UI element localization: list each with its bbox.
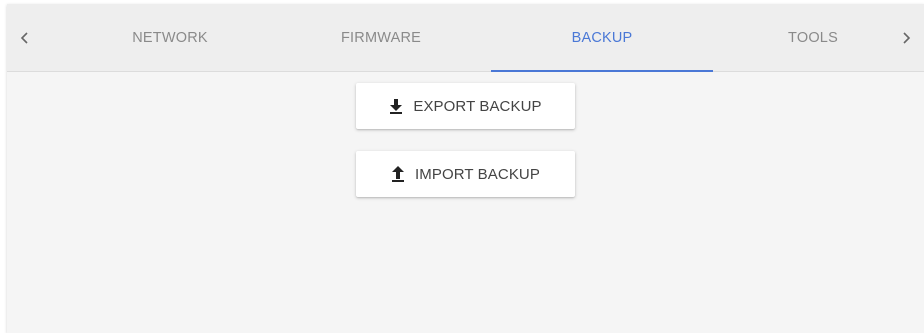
export-backup-button[interactable]: EXPORT BACKUP	[356, 83, 575, 129]
upload-icon	[391, 166, 405, 182]
tab-tools[interactable]: TOOLS	[713, 4, 913, 72]
settings-panel: NETWORK FIRMWARE BACKUP TOOLS EXPORT BAC…	[7, 4, 924, 333]
tab-label: TOOLS	[788, 30, 838, 46]
tabs-prev-button[interactable]	[7, 4, 43, 72]
tab-backup[interactable]: BACKUP	[491, 4, 713, 72]
tab-firmware[interactable]: FIRMWARE	[270, 4, 492, 72]
import-backup-button[interactable]: IMPORT BACKUP	[356, 151, 575, 197]
export-backup-label: EXPORT BACKUP	[413, 97, 542, 115]
tabs-next-button[interactable]	[888, 4, 924, 72]
tab-label: BACKUP	[571, 30, 633, 46]
chevron-left-icon	[20, 31, 30, 45]
tab-bar: NETWORK FIRMWARE BACKUP TOOLS	[7, 4, 924, 72]
chevron-right-icon	[901, 31, 911, 45]
tab-label: NETWORK	[132, 30, 208, 46]
tab-network[interactable]: NETWORK	[59, 4, 281, 72]
tab-label: FIRMWARE	[341, 30, 421, 46]
import-backup-label: IMPORT BACKUP	[415, 165, 540, 183]
download-icon	[389, 98, 403, 114]
active-tab-indicator	[491, 70, 713, 72]
